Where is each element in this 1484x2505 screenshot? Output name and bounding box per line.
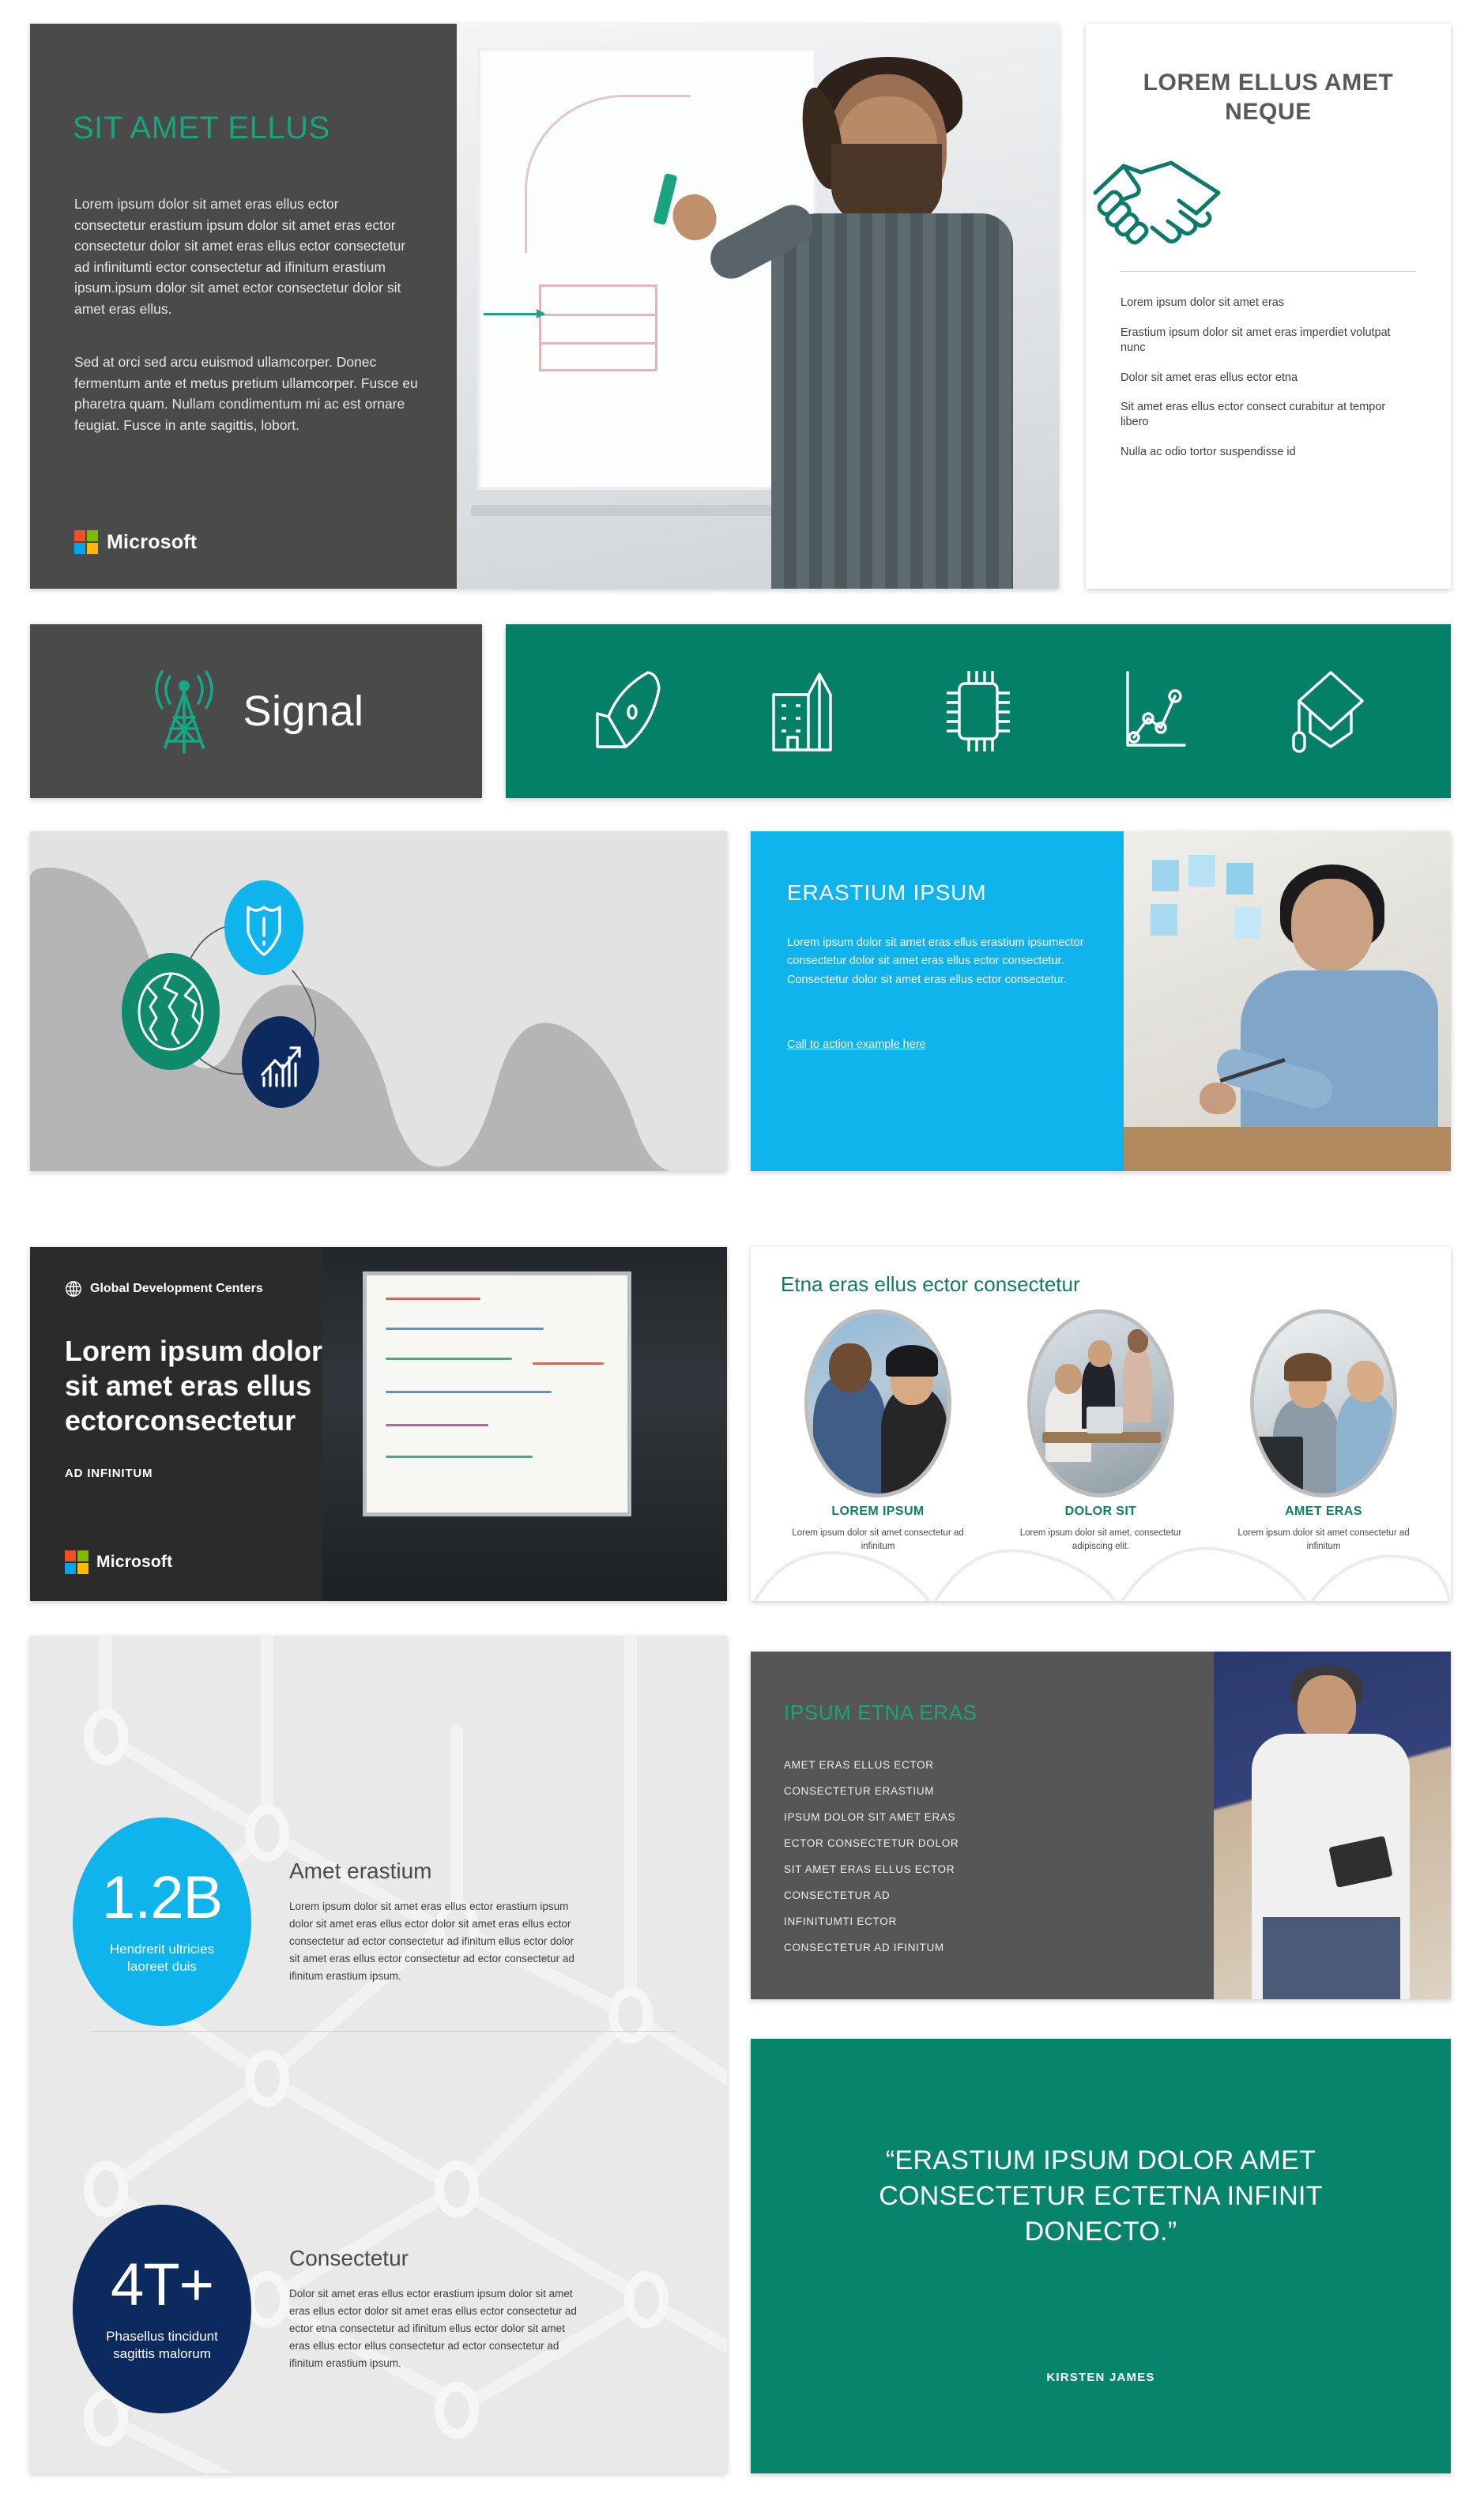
slide7-eyebrow: Global Development Centers: [65, 1280, 263, 1298]
slide7-eyebrow-label: Global Development Centers: [90, 1282, 263, 1295]
handshake-icon: [1093, 160, 1221, 245]
slide6-body: Lorem ipsum dolor sit amet eras ellus er…: [787, 936, 1084, 986]
stat-heading: Consectetur: [289, 2246, 409, 2271]
list-item: Sit amet eras ellus ector consect curabi…: [1121, 401, 1386, 429]
person-figure: [653, 55, 1013, 589]
stat-circle: 1.2B Hendrerit ultricies laoreet duis: [73, 1818, 251, 2026]
microchip-icon: [946, 671, 1010, 752]
microsoft-wordmark: Microsoft: [107, 530, 198, 553]
line-chart-icon: [1126, 671, 1186, 747]
stat-heading: Amet erastium: [289, 1859, 432, 1884]
stat-block: 1.2B Hendrerit ultricies laoreet duis Am…: [73, 1818, 705, 2026]
slide-etna-eras-ellus[interactable]: Etna eras ellus ector consectetur LOREM …: [751, 1247, 1451, 1601]
list-item: AMET ERAS ELLUS ECTOR: [784, 1759, 934, 1771]
slide6-text-panel: ERASTIUM IPSUM Lorem ipsum dolor sit ame…: [751, 831, 1124, 1171]
list-item: IPSUM DOLOR SIT AMET ERAS: [784, 1811, 956, 1823]
slide-erastium-ipsum[interactable]: ERASTIUM IPSUM Lorem ipsum dolor sit ame…: [751, 831, 1451, 1171]
whiteboard-2: [367, 1275, 627, 1512]
column-heading: LOREM IPSUM: [831, 1505, 925, 1518]
slide6-photo: [1124, 831, 1451, 1171]
slide7-headline: Lorem ipsum dolor sit amet eras ellus ec…: [65, 1335, 323, 1437]
stat-caption: Phasellus tincidunt sagittis malorum: [106, 2328, 218, 2361]
slide-statistics[interactable]: 1.2B Hendrerit ultricies laoreet duis Am…: [30, 1636, 727, 2473]
slide-global-development-centers[interactable]: Global Development Centers Lorem ipsum d…: [30, 1247, 727, 1601]
signal-label: Signal: [243, 687, 364, 735]
cloud-nodes: [122, 880, 319, 1108]
column-item[interactable]: LOREM IPSUM Lorem ipsum dolor sit amet c…: [766, 1313, 989, 1554]
stat-number: 4T+: [110, 2251, 214, 2319]
list-item: SIT AMET ERAS ELLUS ECTOR: [784, 1863, 955, 1875]
quote-attribution: KIRSTEN JAMES: [1046, 2371, 1155, 2384]
slide1-paragraph-1: Lorem ipsum dolor sit amet eras ellus ec…: [74, 196, 406, 317]
slide7-photo: [322, 1247, 727, 1601]
list-item: CONSECTETUR AD: [784, 1889, 891, 1901]
node-growth: [242, 1016, 319, 1108]
circle-photo: [808, 1313, 947, 1494]
column-item[interactable]: AMET ERAS Lorem ipsum dolor sit amet con…: [1212, 1313, 1435, 1554]
stat-body: Dolor sit amet eras ellus ector erastium…: [289, 2288, 577, 2369]
slide-quote[interactable]: “ERASTIUM IPSUM DOLOR AMET CONSECTETUR E…: [751, 2039, 1451, 2473]
stat-caption: Hendrerit ultricies laoreet duis: [109, 1941, 215, 1974]
slide1-microsoft-logo: Microsoft: [74, 530, 197, 554]
slide1-photo: [457, 24, 1059, 589]
rocket-icon: [596, 671, 661, 748]
microsoft-squares-icon: [65, 1550, 89, 1574]
column-body: Lorem ipsum dolor sit amet consectetur a…: [792, 1528, 964, 1551]
column-heading: AMET ERAS: [1285, 1505, 1362, 1518]
quote-text: “ERASTIUM IPSUM DOLOR AMET CONSECTETUR E…: [879, 2145, 1323, 2247]
slide10-title: IPSUM ETNA ERAS: [784, 1701, 977, 1724]
list-item: Lorem ipsum dolor sit amet eras: [1121, 296, 1285, 310]
column-body: Lorem ipsum dolor sit amet, consectetur …: [1019, 1528, 1182, 1551]
list-item: ECTOR CONSECTETUR DOLOR: [784, 1837, 959, 1849]
slide6-title: ERASTIUM IPSUM: [787, 880, 987, 905]
globe-outline-icon: [66, 1281, 81, 1297]
graduation-cap-icon: [1291, 671, 1364, 753]
column-body: Lorem ipsum dolor sit amet consectetur a…: [1237, 1528, 1410, 1551]
city-buildings-icon: [772, 672, 832, 752]
slide1-text-panel: SIT AMET ELLUS Lorem ipsum dolor sit ame…: [30, 24, 457, 589]
list-item: INFINITUMTI ECTOR: [784, 1915, 897, 1927]
slide7-subhead: AD INFINITUM: [65, 1467, 153, 1480]
stat-body: Lorem ipsum dolor sit amet eras ellus ec…: [289, 1900, 574, 1982]
column-heading: DOLOR SIT: [1064, 1505, 1137, 1518]
list-item: Nulla ac odio tortor suspendisse id: [1121, 445, 1296, 458]
stat-block: 4T+ Phasellus tincidunt sagittis malorum…: [73, 2205, 705, 2413]
list-item: CONSECTETUR AD IFINITUM: [784, 1942, 944, 1953]
slide10-photo: [1214, 1652, 1451, 1999]
call-to-action-link[interactable]: Call to action example here: [787, 1038, 926, 1051]
stat-number: 1.2B: [101, 1863, 223, 1931]
slide-lorem-ellus-amet-neque[interactable]: LOREM ELLUS AMET NEQUE Lorem ipsum dolor…: [1086, 24, 1451, 589]
slide-sit-amet-ellus[interactable]: SIT AMET ELLUS Lorem ipsum dolor sit ame…: [30, 24, 1059, 589]
list-item: Dolor sit amet eras ellus ector etna: [1121, 371, 1298, 384]
divider-rule: [1121, 271, 1416, 273]
microsoft-squares-icon: [74, 530, 98, 554]
slide2-title: LOREM ELLUS AMET NEQUE: [1143, 70, 1394, 126]
slide-cloud-diagram[interactable]: [30, 831, 727, 1171]
slide-signal[interactable]: Signal: [30, 624, 482, 798]
column-item[interactable]: DOLOR SIT Lorem ipsum dolor sit amet, co…: [989, 1313, 1212, 1554]
stats-divider: [90, 2031, 676, 2032]
list-item: Erastium ipsum dolor sit amet eras imper…: [1121, 326, 1391, 355]
slide10-list: AMET ERAS ELLUS ECTOR CONSECTETUR ERASTI…: [784, 1759, 959, 1968]
slide10-text-panel: IPSUM ETNA ERAS AMET ERAS ELLUS ECTOR CO…: [751, 1652, 1214, 1999]
slide-ipsum-etna-eras[interactable]: IPSUM ETNA ERAS AMET ERAS ELLUS ECTOR CO…: [751, 1652, 1451, 1999]
list-item: CONSECTETUR ERASTIUM: [784, 1785, 935, 1797]
slide-icon-band[interactable]: [506, 624, 1451, 798]
slide1-title: SIT AMET ELLUS: [73, 111, 330, 145]
circle-photo: [1031, 1313, 1170, 1494]
stat-circle: 4T+ Phasellus tincidunt sagittis malorum: [73, 2205, 251, 2413]
slide8-title: Etna eras ellus ector consectetur: [781, 1272, 1080, 1296]
slide7-microsoft-logo: Microsoft: [65, 1550, 172, 1574]
slide-deck-overview: SIT AMET ELLUS Lorem ipsum dolor sit ame…: [0, 0, 1484, 2505]
circle-photo: [1254, 1313, 1393, 1494]
slide1-paragraph-2: Sed at orci sed arcu euismod ullamcorper…: [74, 354, 418, 433]
microsoft-wordmark: Microsoft: [96, 1553, 173, 1571]
broadcast-tower-icon: [155, 670, 214, 754]
slide2-bullet-list: Lorem ipsum dolor sit amet eras Erastium…: [1121, 296, 1416, 460]
